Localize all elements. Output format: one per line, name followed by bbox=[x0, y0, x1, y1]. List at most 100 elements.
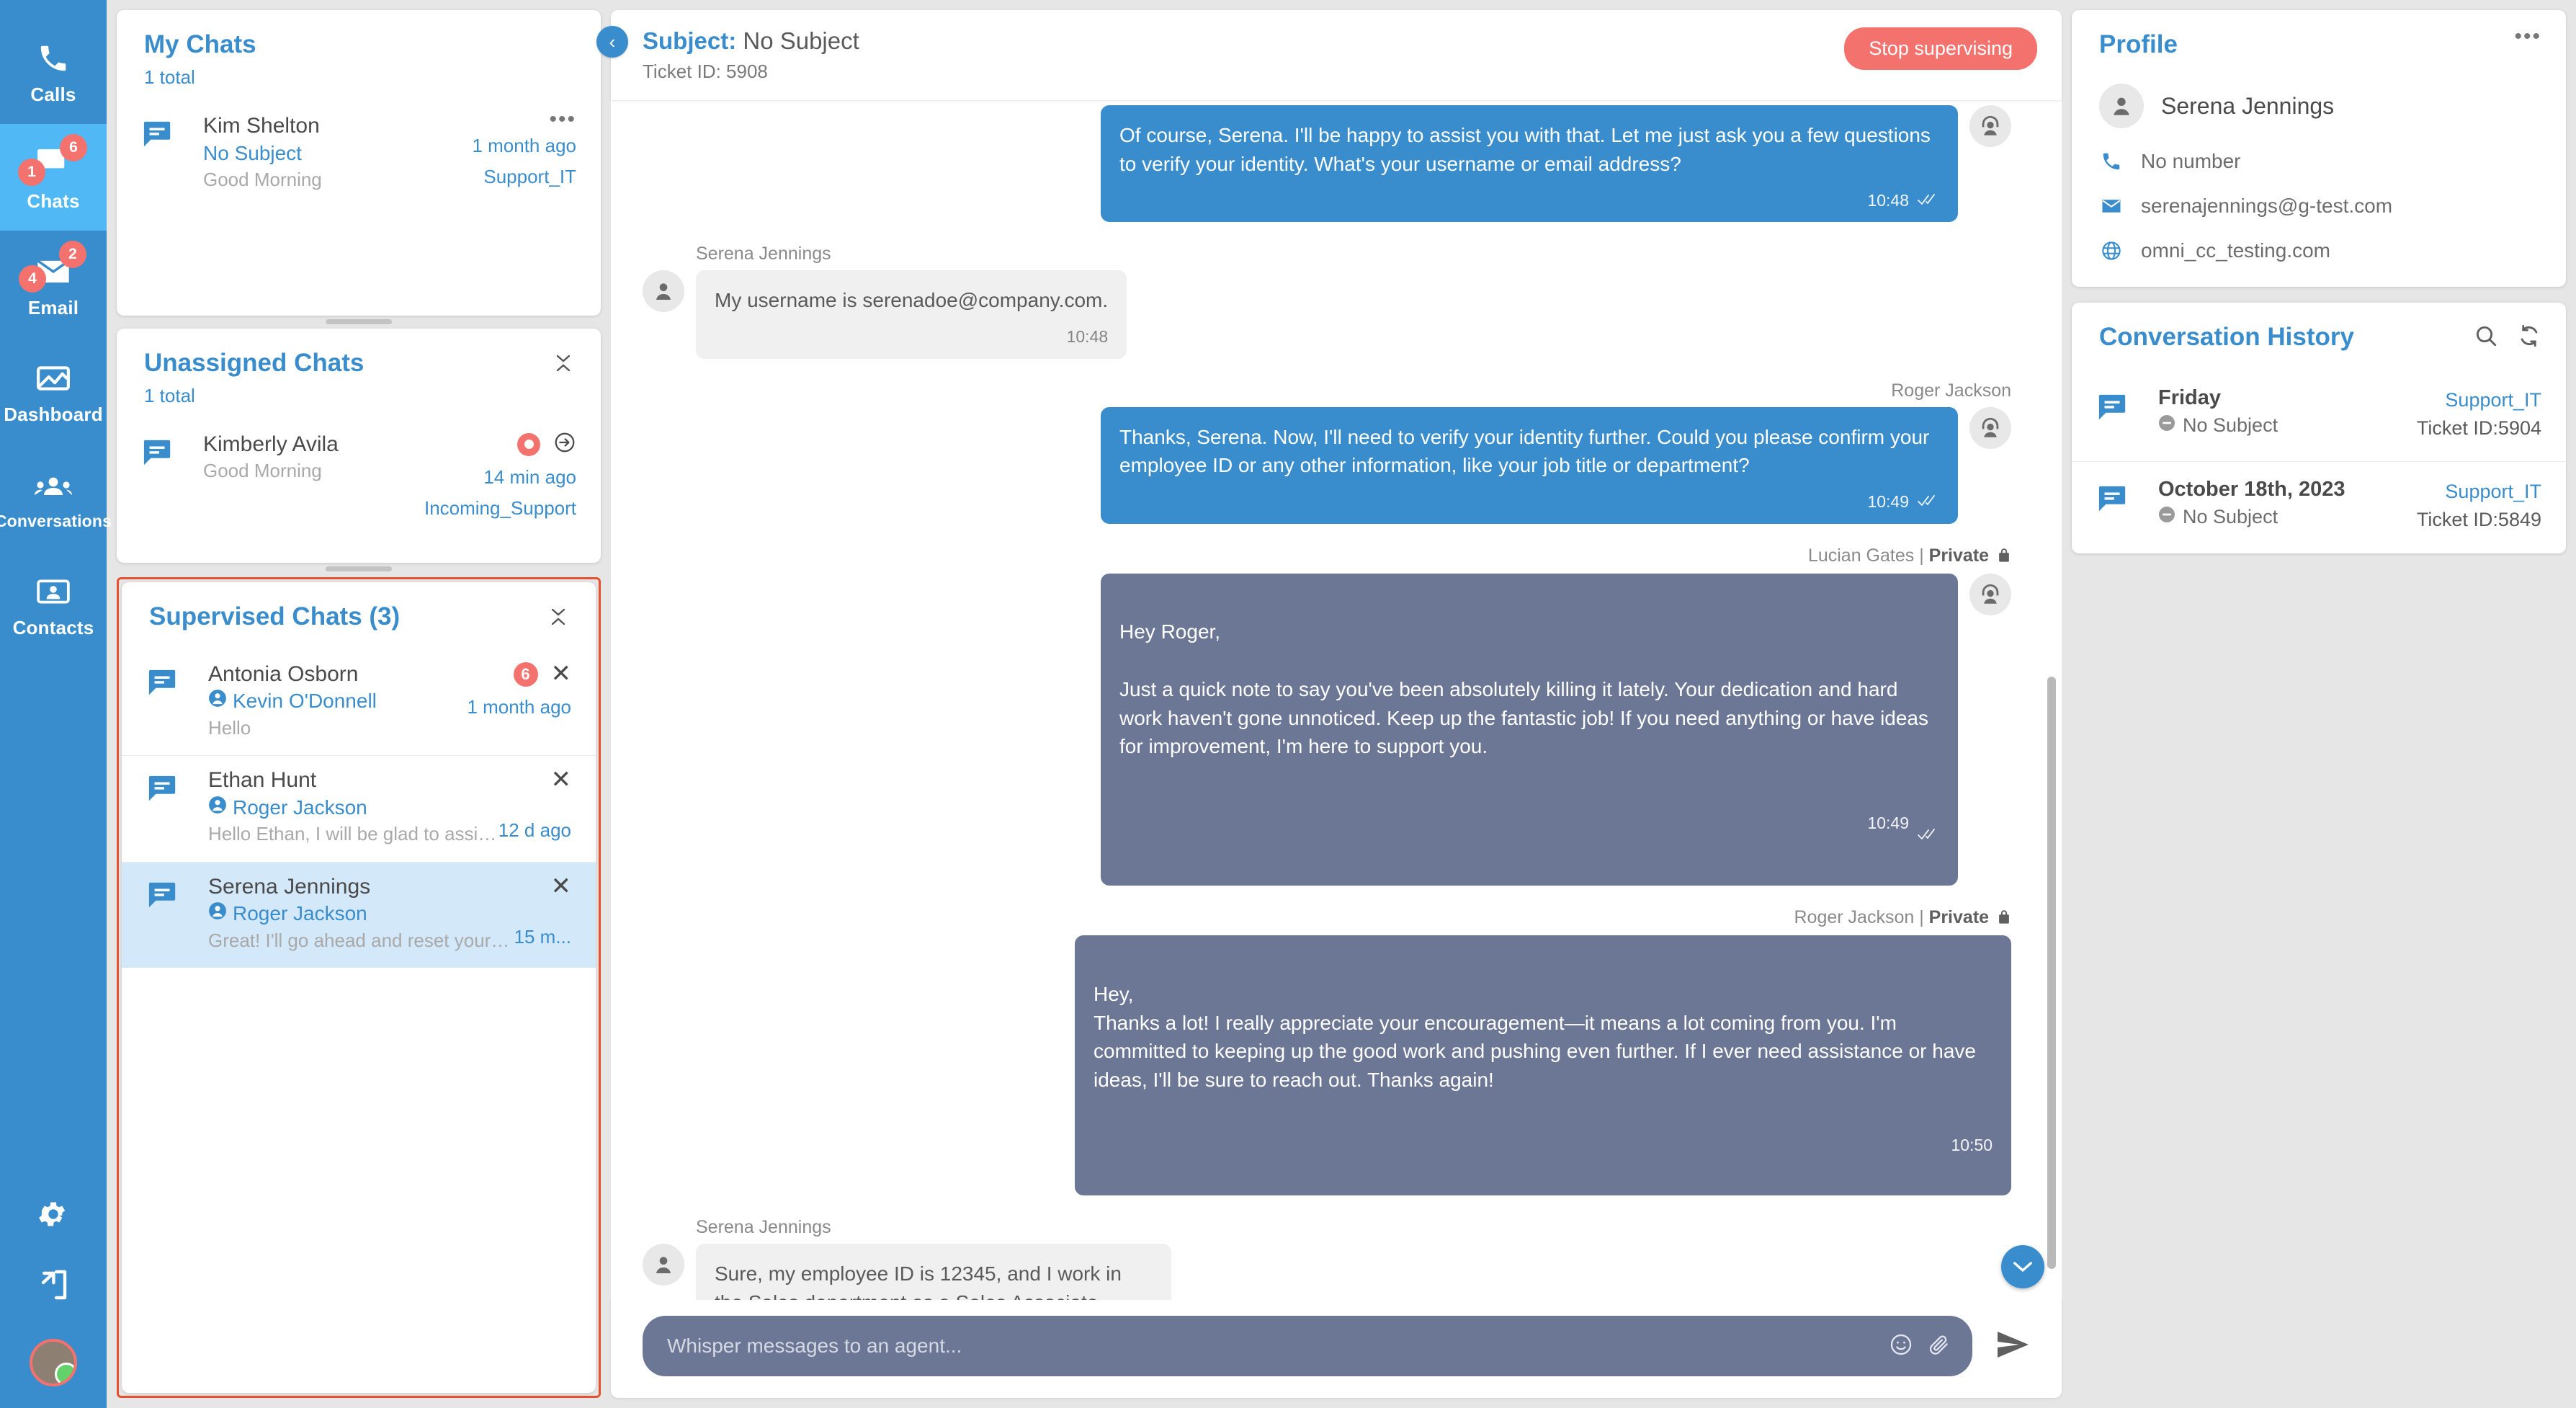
customer-avatar bbox=[643, 270, 684, 313]
panel-resize-handle[interactable] bbox=[117, 316, 601, 329]
ticket-id: Ticket ID: 5908 bbox=[643, 61, 768, 82]
my-chats-panel: My Chats 1 total Kim Shelton No Subject … bbox=[117, 10, 601, 316]
close-icon[interactable]: ✕ bbox=[551, 767, 572, 792]
overflow-menu-icon[interactable]: ••• bbox=[549, 109, 576, 130]
chevron-down-icon[interactable] bbox=[2001, 1245, 2044, 1288]
list-item[interactable]: Kim Shelton No Subject Good Morning ••• … bbox=[117, 102, 601, 208]
message-bubble: My username is serenadoe@company.com. 10… bbox=[696, 270, 1127, 359]
panel-title: Supervised Chats (3) bbox=[149, 602, 401, 631]
history-actions bbox=[2474, 324, 2541, 352]
supervised-chats-panel: Supervised Chats (3) Antonia Osborn Kevi… bbox=[122, 582, 596, 1393]
message-item: Roger Jackson | Private Hey, Thanks a lo… bbox=[643, 907, 2011, 1195]
sidebar-item-conversations[interactable]: Conversations bbox=[0, 444, 112, 551]
sidebar-item-email[interactable]: 2 4 Email bbox=[0, 231, 107, 337]
double-check-icon bbox=[1918, 800, 1939, 847]
email-icon bbox=[2099, 197, 2124, 215]
whisper-input-wrapper[interactable] bbox=[643, 1316, 1972, 1376]
conversation-history-panel: Conversation History Friday No Subject S… bbox=[2072, 303, 2566, 553]
message-time: 10:49 bbox=[1867, 814, 1909, 833]
list-item[interactable]: Antonia Osborn Kevin O'Donnell Hello 6 ✕… bbox=[122, 650, 596, 756]
logout-icon[interactable] bbox=[37, 1267, 69, 1306]
conversation-title-block: Subject: No Subject Ticket ID: 5908 bbox=[643, 27, 859, 83]
stop-supervising-button[interactable]: Stop supervising bbox=[1844, 27, 2037, 70]
sidebar-item-label: Email bbox=[27, 296, 79, 318]
chat-queue: Incoming_Support bbox=[424, 496, 576, 519]
contact-name: Kimberly Avila bbox=[203, 432, 339, 456]
chats-badge-new: 1 bbox=[18, 158, 45, 186]
people-icon bbox=[35, 464, 72, 509]
email-badge-total: 2 bbox=[59, 240, 86, 268]
contact-name: Kim Shelton bbox=[203, 114, 320, 138]
sidebar-item-calls[interactable]: Calls bbox=[0, 17, 107, 124]
message-text: Thanks, Serena. Now, I'll need to verify… bbox=[1119, 425, 1930, 477]
message-sender: Lucian Gates bbox=[1807, 545, 1915, 566]
accept-chat-icon[interactable] bbox=[553, 431, 576, 458]
chat-time: 14 min ago bbox=[483, 465, 576, 488]
message-sender: Roger Jackson bbox=[1794, 907, 1915, 928]
avatar[interactable] bbox=[30, 1339, 77, 1386]
history-ticket: Ticket ID:5849 bbox=[2417, 506, 2541, 534]
message-bubble: Thanks, Serena. Now, I'll need to verify… bbox=[1101, 406, 1958, 524]
agent-headset-avatar bbox=[1969, 573, 2011, 615]
profile-website-row: omni_cc_testing.com bbox=[2072, 239, 2566, 262]
whisper-input[interactable] bbox=[667, 1335, 1874, 1358]
panel-resize-handle-2[interactable] bbox=[117, 563, 601, 576]
subject-label: Subject: bbox=[643, 27, 737, 54]
list-item[interactable]: October 18th, 2023 No Subject Support_IT… bbox=[2072, 461, 2566, 553]
list-item[interactable]: Friday No Subject Support_IT Ticket ID:5… bbox=[2072, 370, 2566, 461]
list-item[interactable]: Serena Jennings Roger Jackson Great! I'l… bbox=[122, 861, 596, 968]
status-icon bbox=[2158, 414, 2175, 437]
history-header: Conversation History bbox=[2072, 303, 2566, 370]
history-ticket-id: 5849 bbox=[2497, 509, 2541, 531]
close-icon[interactable]: ✕ bbox=[551, 661, 572, 686]
send-icon[interactable] bbox=[1988, 1330, 2037, 1363]
sidebar-item-dashboard[interactable]: Dashboard bbox=[0, 337, 107, 444]
customer-avatar bbox=[643, 1243, 684, 1286]
collapse-toggle-icon[interactable] bbox=[550, 349, 576, 378]
sidebar-item-contacts[interactable]: Contacts bbox=[0, 551, 107, 657]
overflow-menu-icon[interactable]: ••• bbox=[2514, 26, 2541, 48]
chevron-left-icon[interactable]: ‹ bbox=[596, 26, 628, 58]
message-time: 10:50 bbox=[1951, 1135, 1993, 1154]
sidebar-item-chats[interactable]: 6 1 Chats bbox=[0, 124, 107, 231]
message-text: Hey, Thanks a lot! I really appreciate y… bbox=[1094, 982, 1976, 1092]
message-sender: Serena Jennings bbox=[696, 1216, 831, 1237]
message-time: 10:49 bbox=[1867, 492, 1909, 512]
my-chats-count: 1 total bbox=[144, 66, 195, 88]
message-text: Of course, Serena. I'll be happy to assi… bbox=[1119, 124, 1931, 175]
list-item[interactable]: Ethan Hunt Roger Jackson Hello Ethan, I … bbox=[122, 755, 596, 862]
list-item-main: Serena Jennings Roger Jackson Great! I'l… bbox=[208, 874, 514, 954]
paperclip-icon[interactable] bbox=[1928, 1333, 1951, 1360]
chats-badge-total: 6 bbox=[60, 133, 87, 161]
refresh-icon[interactable] bbox=[2517, 324, 2541, 352]
list-item-meta: 6 ✕ 1 month ago bbox=[467, 661, 571, 718]
gear-icon[interactable] bbox=[37, 1198, 70, 1234]
message-list[interactable]: Roger Jackson Of course, Serena. I'll be… bbox=[611, 100, 2062, 1300]
supervised-chats-highlight: Supervised Chats (3) Antonia Osborn Kevi… bbox=[117, 576, 601, 1398]
chat-bubble-icon bbox=[146, 661, 208, 703]
profile-name: Serena Jennings bbox=[2161, 92, 2335, 119]
collapse-toggle-icon[interactable] bbox=[545, 602, 571, 631]
message-item: Serena Jennings Sure, my employee ID is … bbox=[643, 1217, 2011, 1300]
history-queue: Support_IT bbox=[2445, 481, 2541, 503]
contact-card-icon bbox=[35, 569, 71, 614]
right-column: Profile ••• Serena Jennings No number se… bbox=[2072, 0, 2576, 1408]
primary-nav-rail: Calls 6 1 Chats 2 4 Email Dashboard Conv… bbox=[0, 0, 112, 1408]
close-icon[interactable]: ✕ bbox=[551, 874, 572, 899]
list-item-main: Kimberly Avila Good Morning bbox=[203, 432, 424, 484]
lock-icon bbox=[1997, 547, 2011, 568]
chat-preview: Great! I'll go ahead and reset your pass… bbox=[208, 929, 514, 951]
message-text: Hey Roger, Just a quick note to say you'… bbox=[1119, 620, 1929, 758]
search-icon[interactable] bbox=[2474, 324, 2498, 352]
agent-row: Kevin O'Donnell bbox=[208, 687, 467, 715]
contact-name: Serena Jennings bbox=[208, 874, 371, 899]
list-item[interactable]: Kimberly Avila Good Morning 14 min ago I… bbox=[117, 420, 601, 534]
sidebar-item-label: Dashboard bbox=[4, 403, 103, 425]
private-label: Private bbox=[1928, 545, 1990, 566]
history-ticket: Ticket ID:5904 bbox=[2417, 414, 2541, 442]
chat-bubble-icon bbox=[146, 767, 208, 808]
message-text: Sure, my employee ID is 12345, and I wor… bbox=[715, 1262, 1122, 1300]
emoji-icon[interactable] bbox=[1889, 1332, 1913, 1360]
message-scrollbar[interactable] bbox=[2047, 107, 2056, 1293]
unassigned-chats-header: Unassigned Chats bbox=[117, 329, 601, 385]
